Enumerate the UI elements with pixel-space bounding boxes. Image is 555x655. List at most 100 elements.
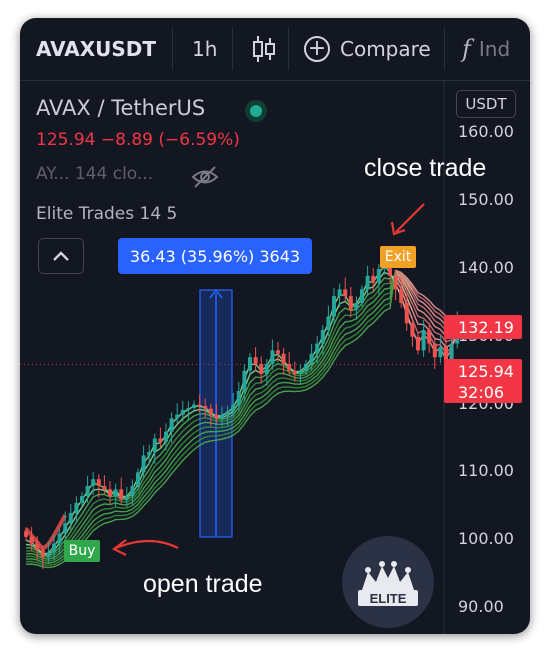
interval-button[interactable]: 1h — [192, 18, 217, 80]
ema-price-label: 132.19 — [444, 315, 522, 339]
candle-body — [399, 289, 404, 303]
candle-body — [287, 363, 292, 371]
currency-button[interactable]: USDT — [456, 90, 516, 118]
candle-body — [360, 289, 364, 303]
function-icon: f — [462, 35, 471, 63]
candle-body — [52, 543, 56, 553]
candle-body — [236, 391, 241, 405]
candle-body — [102, 485, 107, 490]
candle-body — [376, 269, 381, 283]
compare-button[interactable]: + Compare — [304, 18, 431, 80]
candle-body — [326, 316, 331, 331]
candle-body — [220, 414, 224, 419]
candle-body — [164, 431, 168, 442]
price-tick-label: 100.00 — [458, 529, 514, 549]
price-tick-label: 90.00 — [458, 597, 504, 616]
candle-body — [393, 275, 398, 290]
candle-body — [315, 343, 320, 354]
candle-body — [427, 330, 432, 344]
candle-body — [214, 414, 219, 419]
candle-body — [298, 370, 303, 375]
candle-body — [270, 350, 275, 364]
candle-body — [158, 438, 163, 442]
collapse-legend-button[interactable] — [38, 238, 84, 274]
candle-body — [309, 353, 314, 364]
bar-countdown: 32:06 — [458, 383, 505, 402]
candle-body — [416, 336, 420, 351]
candle-body — [169, 418, 174, 432]
indicator-legend: Elite Trades 14 5 — [36, 204, 178, 224]
price-tick-label: 110.00 — [458, 461, 514, 481]
candle-body — [438, 346, 443, 358]
candle-body — [192, 404, 196, 408]
candle-body — [371, 275, 376, 283]
symbol-button[interactable]: AVAXUSDT — [36, 18, 156, 80]
candle-body — [91, 479, 96, 486]
candle-body — [141, 455, 146, 473]
candle-body — [248, 357, 252, 371]
toolbar-divider — [444, 28, 445, 70]
open-trade-arrow — [115, 539, 179, 550]
candle-body — [304, 363, 308, 371]
price-tick-label: 150.00 — [458, 190, 514, 210]
measure-label: 36.43 (35.96%) 3643 — [118, 238, 312, 274]
indicators-button[interactable]: f Ind — [462, 18, 510, 80]
candle-body — [259, 363, 264, 375]
candle-body — [124, 496, 129, 500]
candle-body — [197, 404, 202, 406]
candle-body — [96, 479, 101, 486]
elite-logo: ELITE — [342, 536, 434, 628]
candlestick-icon[interactable] — [252, 18, 276, 80]
price-tick-label: 160.00 — [458, 122, 514, 142]
candle-body — [231, 404, 236, 412]
candle-body — [404, 302, 409, 324]
candle-body — [175, 414, 180, 419]
candle-body — [108, 489, 112, 497]
candle-body — [242, 370, 247, 392]
toolbar-divider — [172, 28, 173, 70]
close-trade-arrow — [395, 203, 425, 233]
candle-body — [354, 302, 359, 310]
toolbar-divider — [288, 28, 289, 70]
candle-body — [136, 472, 140, 486]
svg-text:ELITE: ELITE — [370, 591, 407, 606]
hidden-eye-icon[interactable] — [190, 164, 220, 194]
chart-app-screen: AVAXUSDT 1h + Compare f Ind AVAX / Tethe… — [20, 18, 530, 634]
candle-body — [332, 296, 336, 317]
close-trade-annotation: close trade — [364, 154, 487, 182]
candle-body — [130, 485, 135, 497]
candle-body — [113, 489, 118, 497]
candle-body — [208, 408, 213, 415]
last-price: 125.94 — [458, 362, 514, 381]
candle-body — [85, 485, 90, 497]
compare-label: Compare — [340, 37, 431, 61]
candle-body — [320, 330, 325, 344]
candle-body — [80, 496, 84, 503]
price-change: 125.94 −8.89 (−6.59%) — [36, 130, 240, 150]
last-price-label: 125.94 32:06 — [444, 359, 522, 403]
top-toolbar: AVAXUSDT 1h + Compare f Ind — [20, 18, 530, 81]
candle-body — [410, 323, 415, 337]
candle-body — [74, 502, 79, 514]
price-tick-label: 140.00 — [458, 258, 514, 277]
market-open-indicator — [245, 100, 267, 122]
candle-body — [57, 533, 62, 544]
candle-body — [24, 531, 28, 537]
buy-signal-label: Buy — [64, 540, 100, 562]
candle-body — [281, 353, 286, 364]
indicators-label: Ind — [478, 37, 511, 61]
open-trade-annotation: open trade — [143, 570, 263, 598]
candle-body — [68, 513, 73, 524]
candle-body — [292, 370, 297, 375]
plus-circle-icon: + — [304, 36, 330, 62]
candle-body — [276, 350, 280, 354]
candle-body — [253, 357, 258, 364]
candle-body — [46, 552, 51, 558]
candle-body — [432, 343, 437, 358]
exit-signal-label: Exit — [380, 246, 416, 268]
candle-body — [264, 363, 269, 375]
volume-legend: AY... 144 clo... — [36, 164, 154, 184]
chevron-up-icon — [53, 251, 69, 261]
candle-body — [343, 289, 348, 297]
candle-body — [35, 543, 40, 551]
